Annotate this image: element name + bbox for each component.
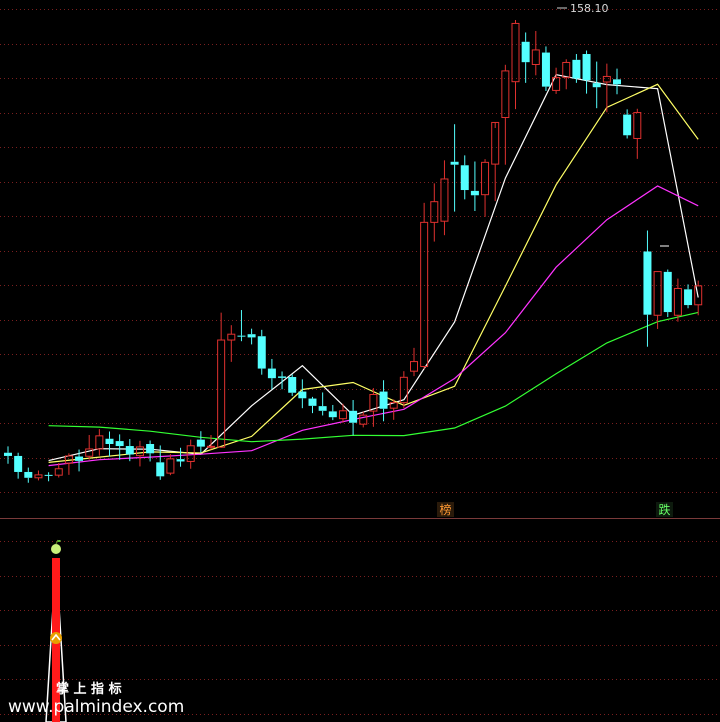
candle [511, 19, 520, 110]
candle [328, 404, 337, 421]
candle [369, 388, 378, 427]
candle [481, 159, 490, 217]
candle [359, 411, 368, 428]
chevron-up-icon [50, 632, 62, 644]
candle [44, 472, 53, 482]
candle [34, 470, 43, 481]
candle [460, 155, 469, 200]
candle [24, 467, 33, 483]
candle [288, 374, 297, 396]
candle [541, 46, 550, 92]
candle [602, 63, 611, 113]
candle [298, 379, 307, 409]
candle [166, 454, 175, 476]
chart-stage: 158.10 榜 跌 掌 上 指 标 www.palmindex.com [0, 0, 720, 722]
candle [257, 329, 266, 375]
marker-badge-2: 跌 [656, 502, 673, 517]
candle [562, 59, 571, 90]
apple-icon [51, 539, 61, 554]
candle [592, 61, 601, 109]
candle [694, 280, 703, 316]
candle [278, 371, 287, 390]
price-chart: 158.10 榜 跌 [0, 2, 720, 517]
candle [85, 434, 94, 460]
candle [440, 160, 449, 236]
candle [217, 312, 226, 448]
candle [227, 325, 236, 362]
candle [521, 32, 530, 83]
candle [633, 108, 642, 159]
ma-line-1 [48, 74, 699, 462]
candle [613, 68, 621, 95]
candle [663, 269, 672, 318]
candle [247, 328, 256, 345]
candle [318, 392, 327, 416]
candle [491, 121, 500, 202]
candle [399, 371, 408, 409]
price-high-marker: 158.10 [557, 2, 609, 15]
candle [105, 431, 114, 457]
candle [643, 230, 652, 347]
watermark-url: www.palmindex.com [8, 697, 184, 717]
candle [115, 434, 124, 460]
candle [4, 446, 12, 464]
indicator-chart: 掌 上 指 标 www.palmindex.com [0, 518, 720, 722]
candle [338, 403, 347, 423]
candle [684, 284, 693, 309]
candle [389, 399, 398, 420]
candle [470, 161, 479, 212]
candle [308, 396, 317, 414]
candle [501, 64, 510, 165]
candle [196, 431, 205, 453]
ma-line-2 [48, 83, 699, 463]
watermark-brand: 掌 上 指 标 [56, 681, 122, 697]
candle [582, 50, 591, 94]
candle [267, 358, 276, 390]
candle [349, 400, 358, 436]
candle [450, 124, 459, 212]
candle [237, 310, 246, 342]
price-high-label: 158.10 [570, 2, 609, 15]
candle [176, 447, 185, 467]
marker-badge-1: 榜 [437, 502, 454, 517]
marker-label-2: 跌 [658, 502, 670, 517]
candle [430, 183, 439, 242]
marker-label-1: 榜 [439, 502, 451, 517]
moving-average-lines [48, 74, 699, 467]
candle [379, 380, 388, 422]
candle [531, 31, 540, 76]
candle [95, 429, 104, 456]
candle [14, 452, 23, 479]
candle [410, 347, 418, 377]
